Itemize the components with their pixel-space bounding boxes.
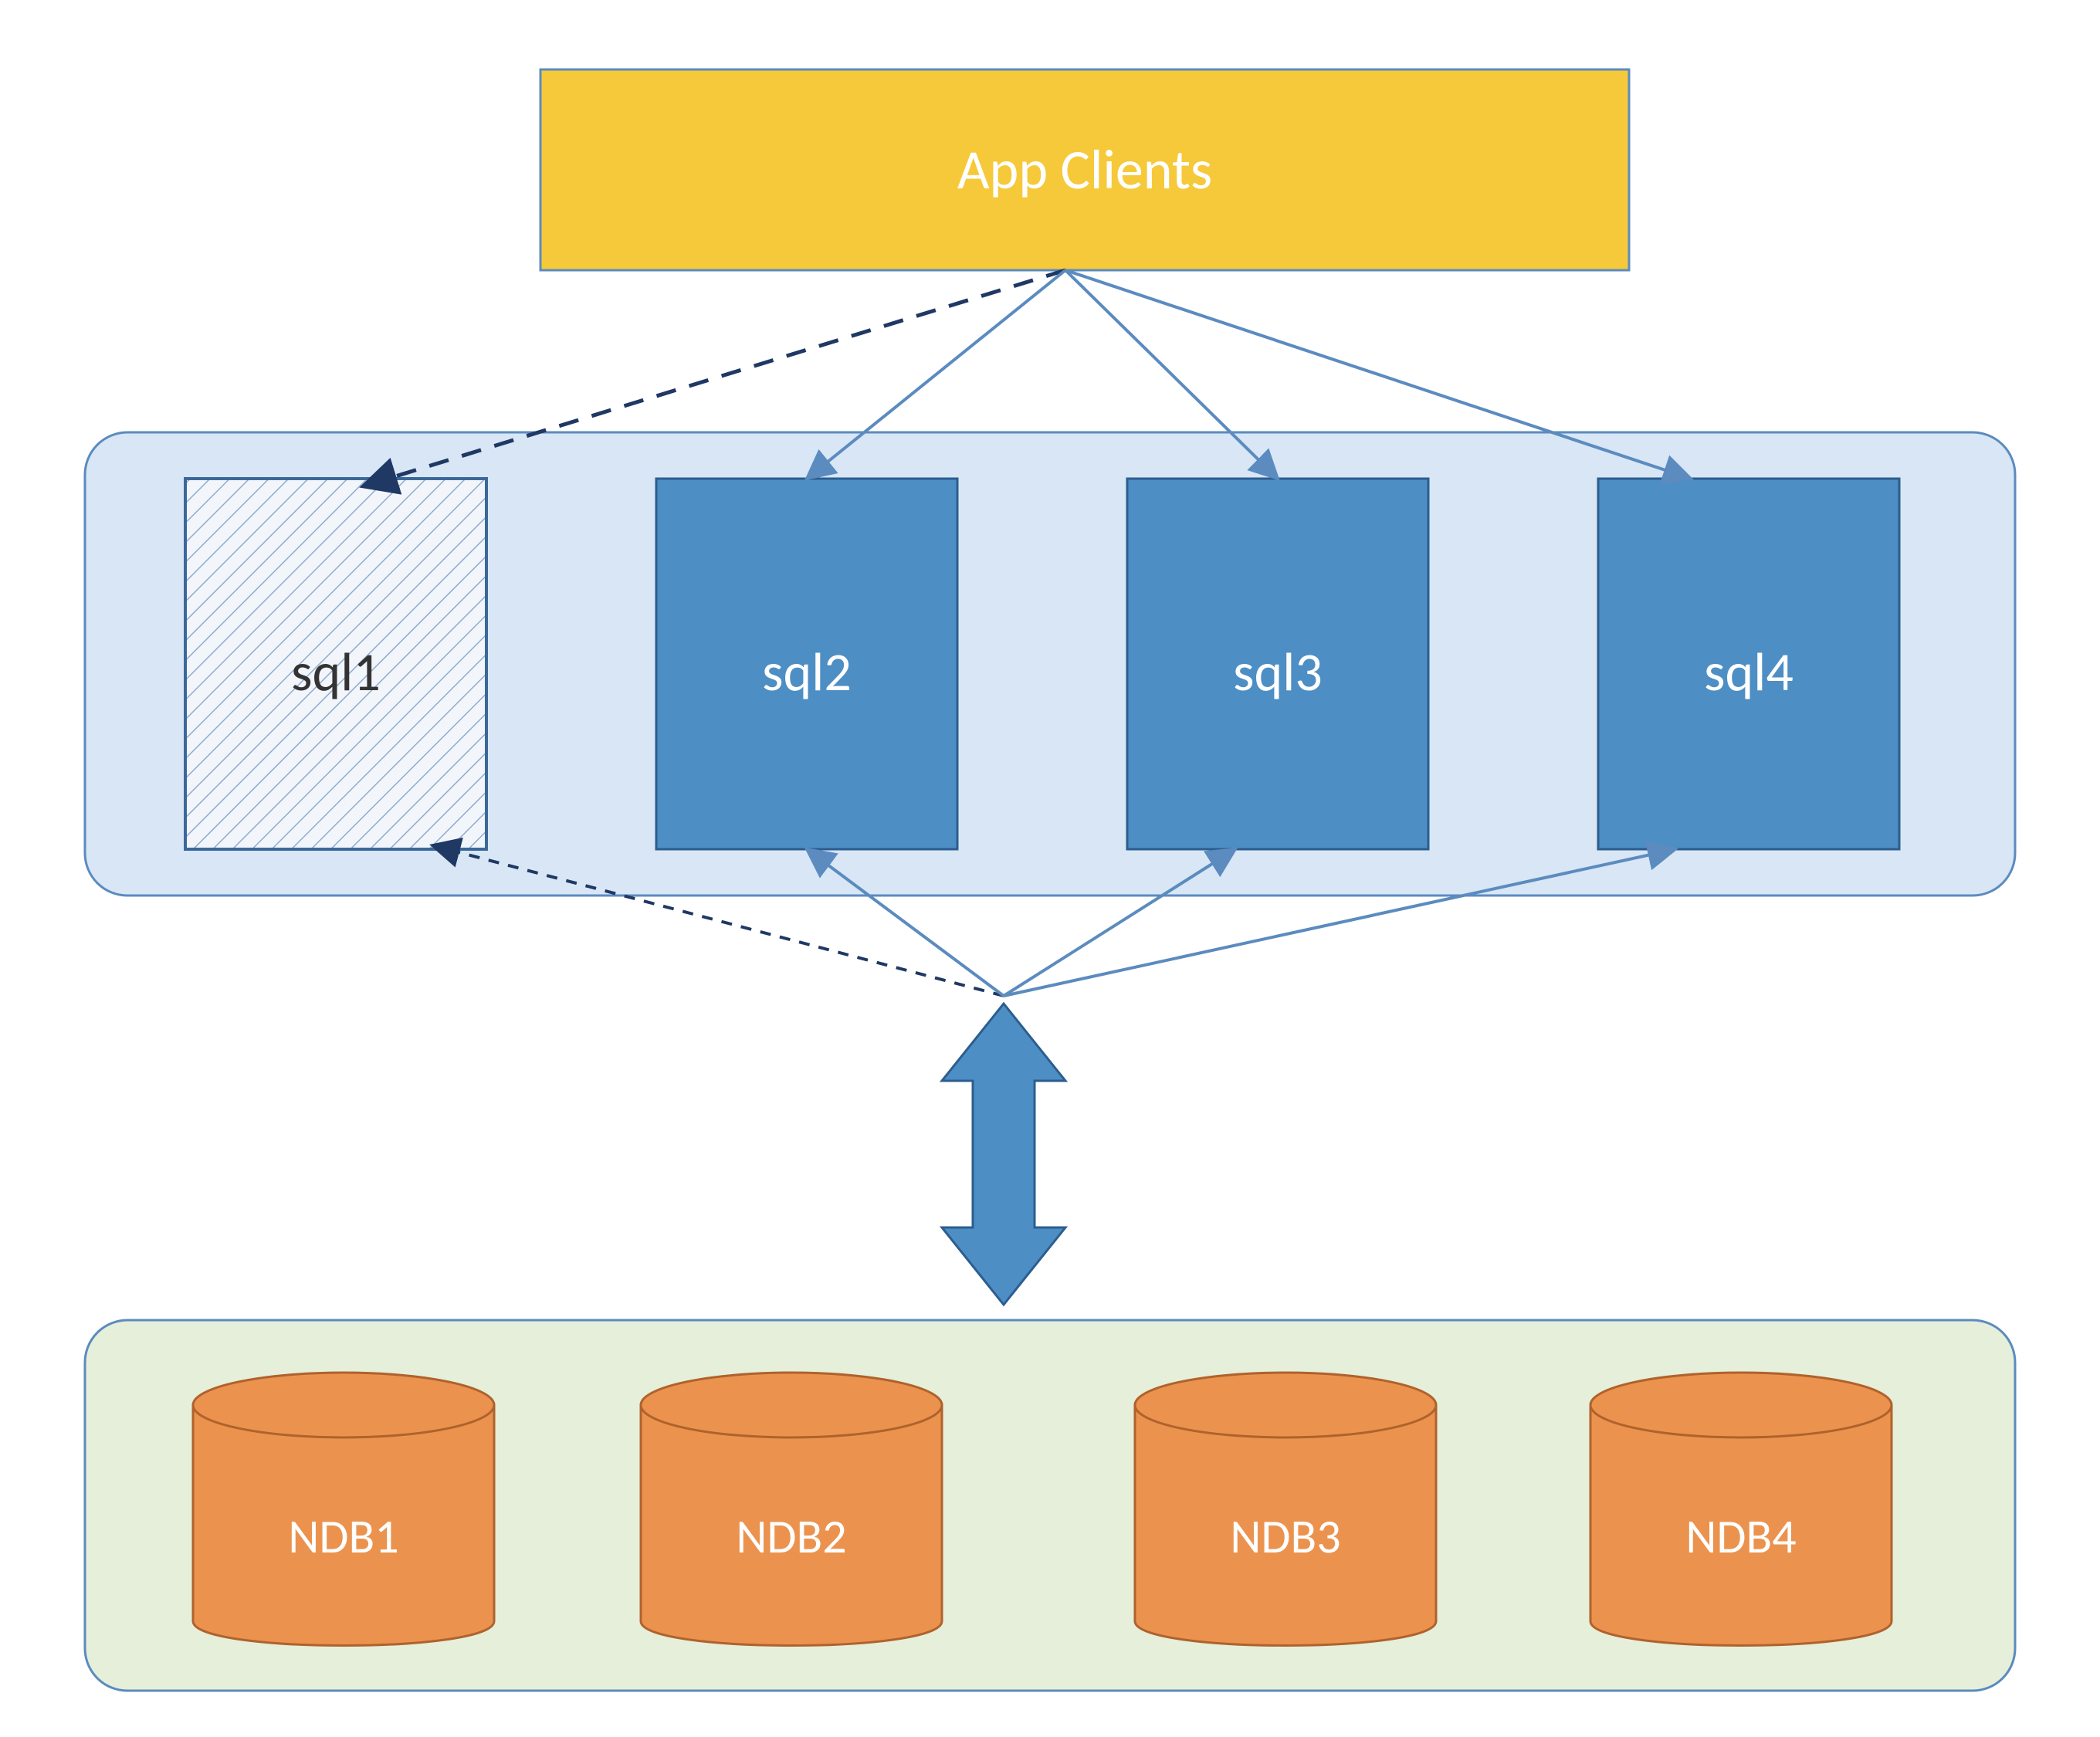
app-clients-label: App Clients: [957, 136, 1212, 204]
ndb4-label: NDB4: [1685, 1507, 1796, 1566]
sql1-label: sql1: [291, 638, 381, 705]
bidirectional-arrow: [942, 1004, 1065, 1305]
sql3-label: sql3: [1233, 638, 1323, 705]
ndb1-label: NDB1: [288, 1507, 398, 1566]
diagram-svg: [0, 0, 2100, 1737]
sql4-label: sql4: [1704, 638, 1793, 705]
sql2-label: sql2: [762, 638, 852, 705]
ndb2-label: NDB2: [736, 1507, 846, 1566]
diagram-stage: App Clients sql1 sql2 sql3 sql4 NDB1 NDB…: [0, 0, 2100, 1737]
ndb3-label: NDB3: [1230, 1507, 1340, 1566]
